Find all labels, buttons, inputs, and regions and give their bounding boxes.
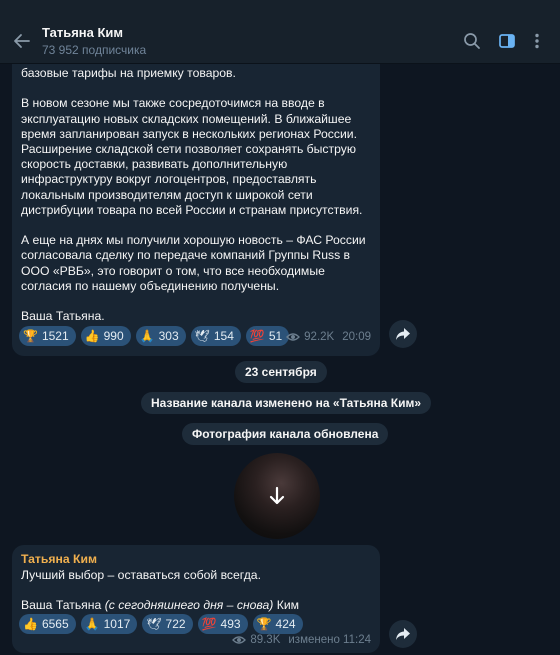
message-bubble: базовые тарифы на приемку товаров. В нов… (12, 64, 380, 356)
reactions-row: 🏆 1521 👍 990 🙏 303 🕊 154 💯 51 (19, 326, 290, 346)
reaction-dove[interactable]: 🕊 722 (142, 614, 193, 634)
view-count: 92.2K (304, 331, 335, 343)
eye-icon (232, 636, 247, 644)
reaction-pray[interactable]: 🙏 1017 (80, 614, 138, 634)
share-button[interactable] (389, 320, 417, 348)
reaction-dove[interactable]: 🕊 154 (190, 326, 241, 346)
search-icon[interactable] (462, 31, 482, 51)
message-paragraph: базовые тарифы на приемку товаров. (21, 66, 236, 80)
channel-title[interactable]: Татьяна Ким (42, 25, 123, 40)
reaction-pray[interactable]: 🙏 303 (135, 326, 186, 346)
channel-photo[interactable] (234, 453, 320, 539)
message-signature: Ваша Татьяна. (21, 309, 105, 324)
reaction-trophy[interactable]: 🏆 1521 (19, 326, 76, 346)
message-list[interactable]: базовые тарифы на приемку товаров. В нов… (0, 64, 560, 655)
service-message-photo: Фотография канала обновлена (182, 423, 389, 445)
share-icon (396, 328, 410, 340)
message-paragraph: В новом сезоне мы также сосредоточимся н… (21, 96, 363, 217)
message-meta: 89.3K изменено 11:24 (232, 634, 371, 646)
reaction-hundred[interactable]: 💯 493 (197, 614, 248, 634)
reaction-hundred[interactable]: 💯 51 (245, 326, 290, 346)
title-bar-strip (0, 0, 560, 18)
message-text: базовые тарифы на приемку товаров. В нов… (21, 64, 371, 324)
message-line: Ваша Татьяна (с сегодняшнего дня – снова… (21, 598, 300, 613)
message-line: Лучший выбор – оставаться собой всегда. (21, 568, 261, 582)
message-meta: 92.2K 20:09 (286, 331, 371, 343)
message-time: 20:09 (342, 331, 371, 343)
reaction-trophy[interactable]: 🏆 424 (252, 614, 303, 634)
sidebar-toggle-icon[interactable] (497, 31, 517, 51)
date-separator: 23 сентября (235, 361, 327, 383)
download-icon (269, 486, 285, 505)
message-paragraph: А еще на днях мы получили хорошую новост… (21, 233, 366, 293)
reaction-thumbs-up[interactable]: 👍 6565 (19, 614, 76, 634)
arrow-left-icon[interactable] (12, 31, 32, 51)
service-message-rename: Название канала изменено на «Татьяна Ким… (141, 392, 432, 414)
message-text: Лучший выбор – оставаться собой всегда. … (21, 568, 371, 614)
message-time: изменено 11:24 (288, 634, 371, 646)
eye-icon (286, 333, 301, 341)
reaction-thumbs-up[interactable]: 👍 990 (80, 326, 131, 346)
message-author[interactable]: Татьяна Ким (21, 552, 371, 567)
message-bubble: Татьяна Ким Лучший выбор – оставаться со… (12, 545, 380, 653)
subscriber-count: 73 952 подписчика (42, 43, 147, 57)
share-icon (396, 628, 410, 640)
chat-header: Татьяна Ким 73 952 подписчика (0, 18, 560, 64)
view-count: 89.3K (250, 634, 281, 646)
reactions-row: 👍 6565 🙏 1017 🕊 722 💯 493 🏆 424 (19, 614, 303, 634)
share-button[interactable] (389, 620, 417, 648)
more-vertical-icon[interactable] (527, 31, 547, 51)
